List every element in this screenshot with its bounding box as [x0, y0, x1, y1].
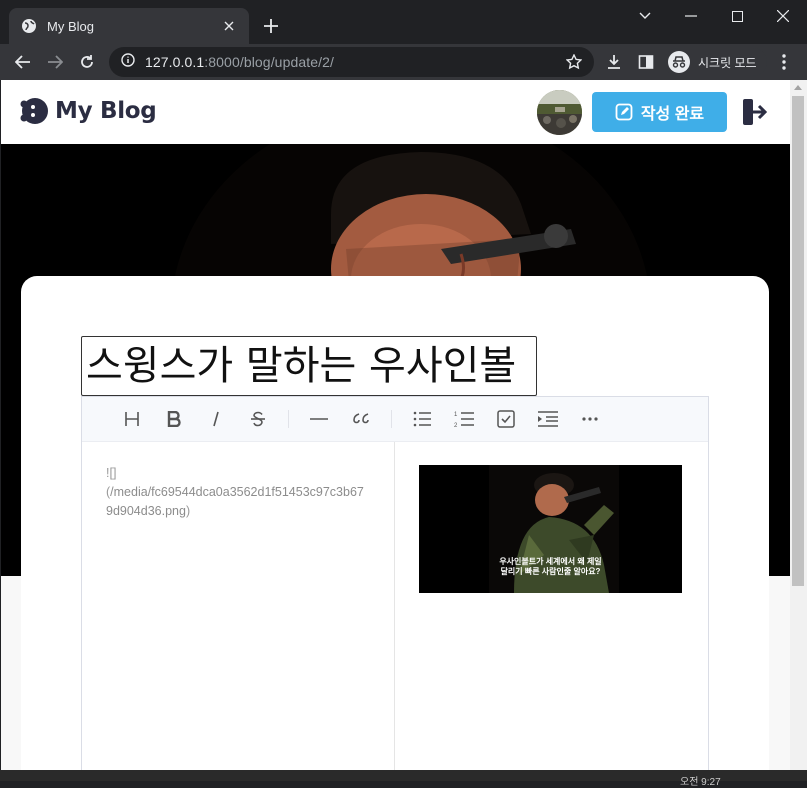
scroll-up-arrow[interactable]	[794, 85, 802, 90]
tab-search-icon[interactable]	[635, 6, 655, 26]
more-icon[interactable]	[574, 403, 606, 435]
logo-text: My Blog	[55, 98, 157, 124]
star-icon[interactable]	[565, 53, 583, 75]
hr-icon[interactable]	[303, 403, 335, 435]
minimize-button[interactable]	[681, 6, 701, 26]
new-tab-button[interactable]	[261, 16, 281, 36]
ordered-list-icon[interactable]: 12	[448, 403, 480, 435]
toolbar-divider	[391, 410, 392, 428]
site-logo[interactable]: My Blog	[19, 97, 157, 125]
url-text: 127.0.0.1:8000/blog/update/2/	[145, 54, 334, 70]
markdown-image-alt: ![]	[106, 466, 117, 480]
browser-tabbar: My Blog	[0, 0, 807, 44]
reload-button[interactable]	[75, 50, 99, 74]
strike-icon[interactable]	[242, 403, 274, 435]
side-panel-icon[interactable]	[634, 50, 658, 74]
save-post-button[interactable]: 작성 완료	[592, 92, 727, 132]
browser-tab[interactable]: My Blog	[9, 8, 249, 44]
toolbar-divider	[288, 410, 289, 428]
tab-title: My Blog	[47, 18, 94, 34]
task-list-icon[interactable]	[490, 403, 522, 435]
page-scrollbar[interactable]	[790, 80, 807, 770]
close-window-button[interactable]	[773, 6, 793, 26]
back-button[interactable]	[11, 50, 35, 74]
incognito-icon	[668, 51, 690, 73]
preview-pane: 우사인볼트가 세계에서 왜 제일 달리기 빠른 사람인줄 알아요?	[395, 442, 708, 770]
italic-icon[interactable]	[200, 403, 232, 435]
svg-text:1: 1	[454, 412, 458, 418]
avatar[interactable]	[537, 90, 582, 135]
logout-icon[interactable]	[738, 96, 770, 128]
close-icon[interactable]	[221, 18, 237, 34]
post-title-input[interactable]: 스윙스가 말하는 우사인볼	[81, 336, 537, 396]
incognito-badge[interactable]: 시크릿 모드	[664, 48, 767, 76]
browser-toolbar: 127.0.0.1:8000/blog/update/2/ 시크릿 모드	[0, 44, 807, 80]
incognito-label: 시크릿 모드	[698, 55, 757, 70]
taskbar: 오전 9:27	[0, 770, 807, 788]
maximize-button[interactable]	[727, 6, 747, 26]
quote-icon[interactable]	[345, 403, 377, 435]
preview-image: 우사인볼트가 세계에서 왜 제일 달리기 빠른 사람인줄 알아요?	[419, 465, 682, 593]
scrollbar-thumb[interactable]	[792, 96, 804, 586]
page-viewport: My Blog 작성 완료 스윙스가 말하는 우사인볼 1 2 ![] (/me…	[1, 80, 790, 770]
save-post-label: 작성 완료	[640, 106, 705, 123]
markdown-editor: 12 ![] (/media/fc69544dca0a3562d1f51453c…	[81, 396, 709, 770]
editor-body: ![] (/media/fc69544dca0a3562d1f51453c97c…	[82, 442, 708, 770]
logo-icon	[20, 98, 48, 124]
svg-text:2: 2	[454, 423, 458, 428]
globe-icon	[21, 18, 37, 34]
site-header: My Blog 작성 완료	[1, 80, 790, 144]
editor-card: 스윙스가 말하는 우사인볼 1 2 ![] (/media/fc69544dca…	[21, 276, 769, 770]
bold-icon[interactable]	[158, 403, 190, 435]
markdown-pane[interactable]: ![] (/media/fc69544dca0a3562d1f51453c97c…	[82, 442, 395, 770]
download-icon[interactable]	[602, 50, 626, 74]
address-bar[interactable]: 127.0.0.1:8000/blog/update/2/	[109, 47, 594, 77]
heading-icon[interactable]	[116, 403, 148, 435]
editor-toolbar: 12	[82, 397, 708, 442]
indent-icon[interactable]	[532, 403, 564, 435]
preview-caption: 우사인볼트가 세계에서 왜 제일 달리기 빠른 사람인줄 알아요?	[499, 557, 602, 576]
bullet-list-icon[interactable]	[406, 403, 438, 435]
info-icon[interactable]	[121, 52, 135, 72]
markdown-image-url: (/media/fc69544dca0a3562d1f51453c97c3b67…	[106, 485, 364, 518]
forward-button[interactable]	[43, 50, 67, 74]
menu-icon[interactable]	[772, 50, 796, 74]
edit-icon	[615, 103, 633, 121]
